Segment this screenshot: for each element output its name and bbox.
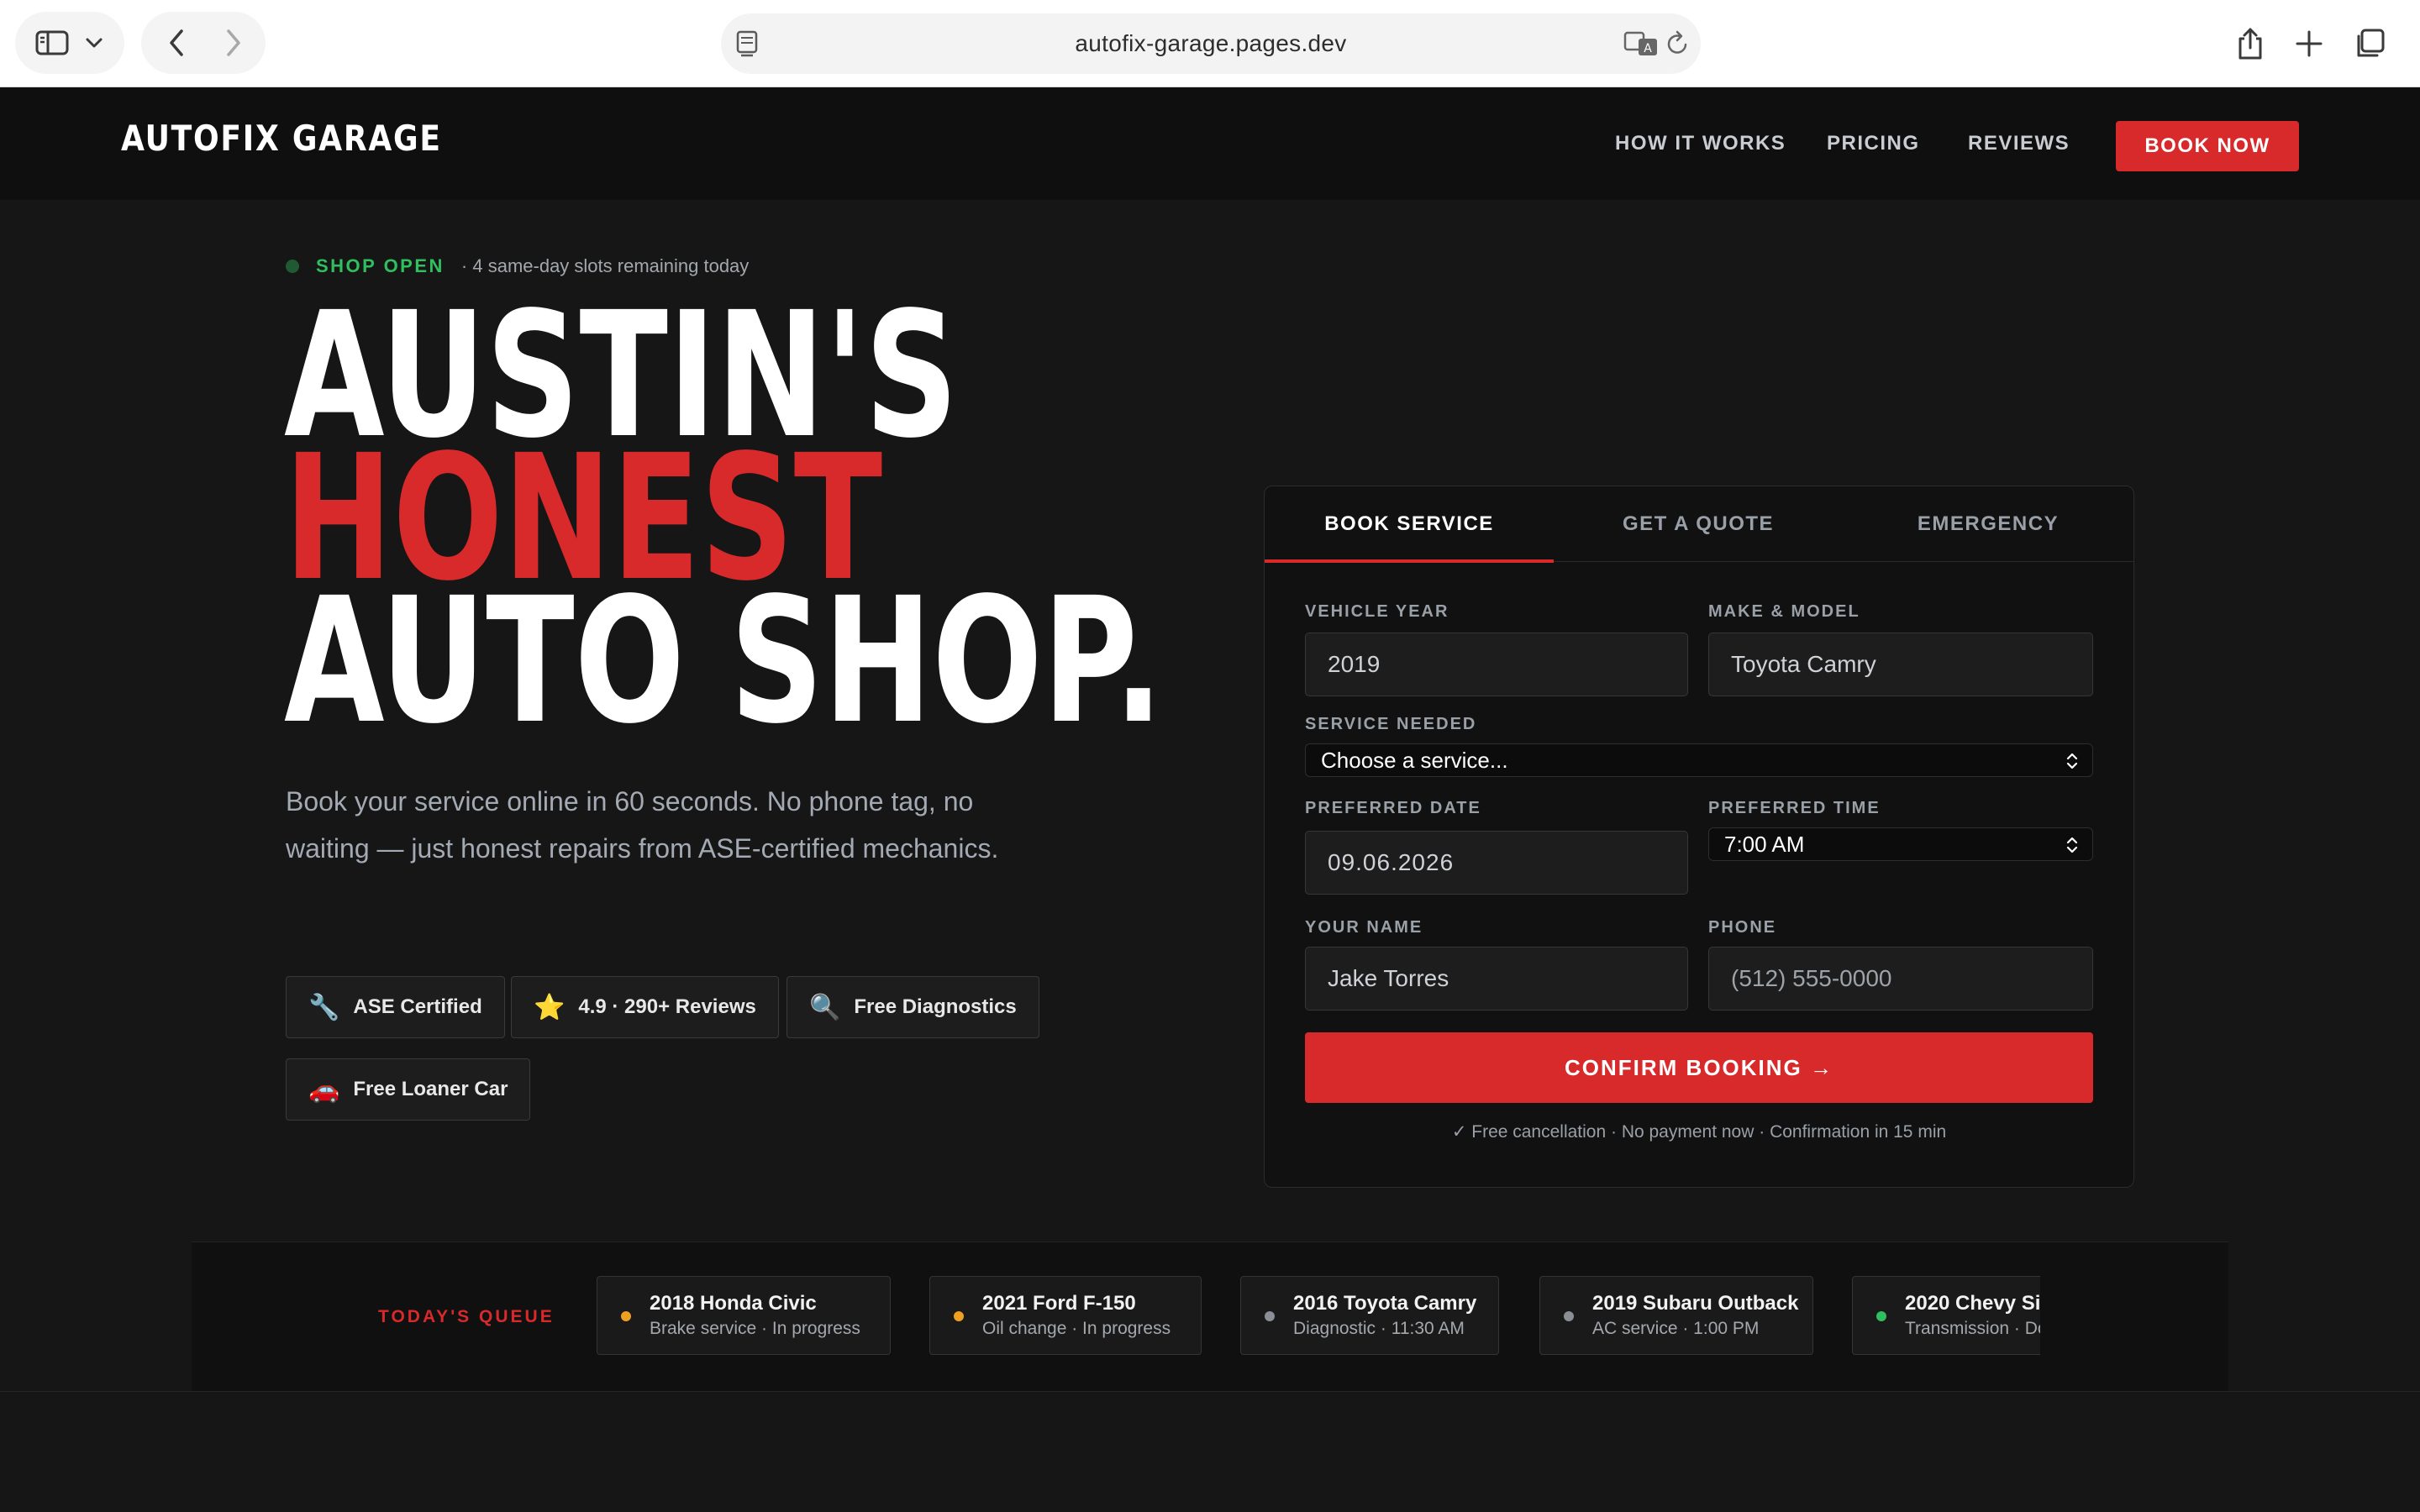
- headline-line-3: AUTO SHOP.: [284, 560, 1164, 762]
- queue-card-title: 2019 Subaru Outback: [1592, 1292, 1799, 1315]
- queue-card-title: 2020 Chevy Silverado: [1905, 1292, 2040, 1315]
- site-header: AUTOFIX GARAGE HOW IT WORKS PRICING REVI…: [0, 87, 2420, 200]
- address-bar[interactable]: autofix-garage.pages.dev A: [721, 13, 1701, 74]
- url-text[interactable]: autofix-garage.pages.dev: [721, 13, 1701, 74]
- preferred-date-label: PREFERRED DATE: [1305, 799, 1481, 817]
- status-dot-icon: [286, 260, 299, 273]
- status-dot-icon: [1876, 1311, 1886, 1321]
- reload-icon[interactable]: [1665, 30, 1691, 61]
- service-needed-label: SERVICE NEEDED: [1305, 715, 1477, 733]
- service-select[interactable]: Choose a service...: [1305, 743, 2093, 777]
- badge-ase-certified: 🔧 ASE Certified: [286, 976, 505, 1038]
- page-bottom-band: [0, 1391, 2420, 1512]
- nav-reviews[interactable]: REVIEWS: [1968, 87, 2070, 200]
- tab-get-a-quote[interactable]: GET A QUOTE: [1554, 486, 1843, 562]
- preferred-time-label: PREFERRED TIME: [1708, 799, 1881, 817]
- queue-card-subtitle: Oil change · In progress: [982, 1319, 1171, 1338]
- site-logo[interactable]: AUTOFIX GARAGE: [121, 118, 442, 159]
- tab-book-service[interactable]: BOOK SERVICE: [1265, 486, 1554, 563]
- queue-card: 2018 Honda Civic Brake service · In prog…: [597, 1276, 891, 1355]
- vehicle-year-label: VEHICLE YEAR: [1305, 602, 1449, 621]
- phone-input[interactable]: (512) 555-0000: [1708, 947, 2093, 1011]
- preferred-time-value: 7:00 AM: [1724, 831, 1805, 857]
- back-arrow-icon[interactable]: [151, 18, 202, 68]
- browser-toolbar: autofix-garage.pages.dev A: [0, 0, 2420, 87]
- service-select-value: Choose a service...: [1321, 747, 1508, 773]
- queue-card-subtitle: Diagnostic · 11:30 AM: [1293, 1319, 1465, 1338]
- nav-how-it-works[interactable]: HOW IT WORKS: [1615, 87, 1786, 200]
- preferred-date-input[interactable]: 09.06.2026: [1305, 831, 1688, 895]
- svg-text:A: A: [1644, 42, 1652, 55]
- booking-note: ✓ Free cancellation · No payment now · C…: [1451, 1122, 1947, 1142]
- queue-card-subtitle: Transmission · Done: [1905, 1319, 2040, 1338]
- select-chevron-icon: [2066, 837, 2078, 853]
- badge-label: 4.9 · 290+ Reviews: [578, 995, 756, 1018]
- share-icon[interactable]: [2225, 18, 2275, 69]
- queue-card: 2021 Ford F-150 Oil change · In progress: [929, 1276, 1202, 1355]
- magnifier-icon: 🔍: [809, 993, 841, 1021]
- car-icon: 🚗: [308, 1075, 340, 1104]
- queue-card-subtitle: Brake service · In progress: [650, 1319, 860, 1338]
- sidebar-toggle-group[interactable]: [15, 12, 124, 74]
- wrench-icon: 🔧: [308, 993, 340, 1021]
- queue-card: 2019 Subaru Outback AC service · 1:00 PM: [1539, 1276, 1813, 1355]
- status-dot-icon: [954, 1311, 964, 1321]
- badge-label: ASE Certified: [353, 995, 482, 1018]
- forward-arrow-icon[interactable]: [208, 18, 259, 68]
- preferred-time-select[interactable]: 7:00 AM: [1708, 827, 2093, 861]
- queue-track: 2018 Honda Civic Brake service · In prog…: [597, 1276, 2040, 1355]
- make-model-input[interactable]: Toyota Camry: [1708, 633, 2093, 696]
- badge-free-diagnostics: 🔍 Free Diagnostics: [786, 976, 1039, 1038]
- nav-pricing[interactable]: PRICING: [1827, 87, 1920, 200]
- todays-queue: TODAY'S QUEUE 2018 Honda Civic Brake ser…: [192, 1242, 2228, 1391]
- history-nav-group: [141, 12, 266, 74]
- make-model-label: MAKE & MODEL: [1708, 602, 1860, 621]
- queue-card: 2020 Chevy Silverado Transmission · Done: [1852, 1276, 2040, 1355]
- status-dot-icon: [1564, 1311, 1574, 1321]
- confirm-booking-button[interactable]: CONFIRM BOOKING →: [1305, 1032, 2093, 1103]
- your-name-label: YOUR NAME: [1305, 918, 1423, 937]
- new-tab-plus-icon[interactable]: [2284, 18, 2334, 69]
- translate-icon[interactable]: A: [1623, 30, 1659, 61]
- badge-label: Free Diagnostics: [854, 995, 1017, 1018]
- queue-card-title: 2018 Honda Civic: [650, 1292, 817, 1315]
- tab-overview-icon[interactable]: [2344, 18, 2395, 69]
- status-dot-icon: [621, 1311, 631, 1321]
- hero-lead-text: Book your service online in 60 seconds. …: [286, 786, 999, 864]
- queue-card-title: 2016 Toyota Camry: [1293, 1292, 1477, 1315]
- booking-tabs: BOOK SERVICE GET A QUOTE EMERGENCY: [1265, 486, 2133, 563]
- badge-free-loaner-car: 🚗 Free Loaner Car: [286, 1058, 531, 1121]
- badge-label: Free Loaner Car: [353, 1078, 508, 1100]
- tab-emergency[interactable]: EMERGENCY: [1843, 486, 2133, 562]
- star-icon: ⭐: [534, 993, 566, 1021]
- hero-headline: AUSTIN'S HONEST AUTO SHOP.: [284, 289, 1164, 762]
- sidebar-icon[interactable]: [27, 18, 77, 68]
- queue-card: 2016 Toyota Camry Diagnostic · 11:30 AM: [1240, 1276, 1499, 1355]
- phone-label: PHONE: [1708, 918, 1777, 937]
- book-now-button[interactable]: BOOK NOW: [2116, 121, 2299, 171]
- queue-card-subtitle: AC service · 1:00 PM: [1592, 1319, 1760, 1338]
- select-chevron-icon: [2066, 753, 2078, 769]
- queue-label: TODAY'S QUEUE: [378, 1307, 555, 1326]
- queue-card-title: 2021 Ford F-150: [982, 1292, 1136, 1315]
- status-dot-icon: [1265, 1311, 1275, 1321]
- booking-card: BOOK SERVICE GET A QUOTE EMERGENCY VEHIC…: [1264, 486, 2134, 1188]
- badge-reviews: ⭐ 4.9 · 290+ Reviews: [511, 976, 779, 1038]
- vehicle-year-input[interactable]: 2019: [1305, 633, 1688, 696]
- your-name-input[interactable]: Jake Torres: [1305, 947, 1688, 1011]
- chevron-down-icon[interactable]: [76, 18, 113, 68]
